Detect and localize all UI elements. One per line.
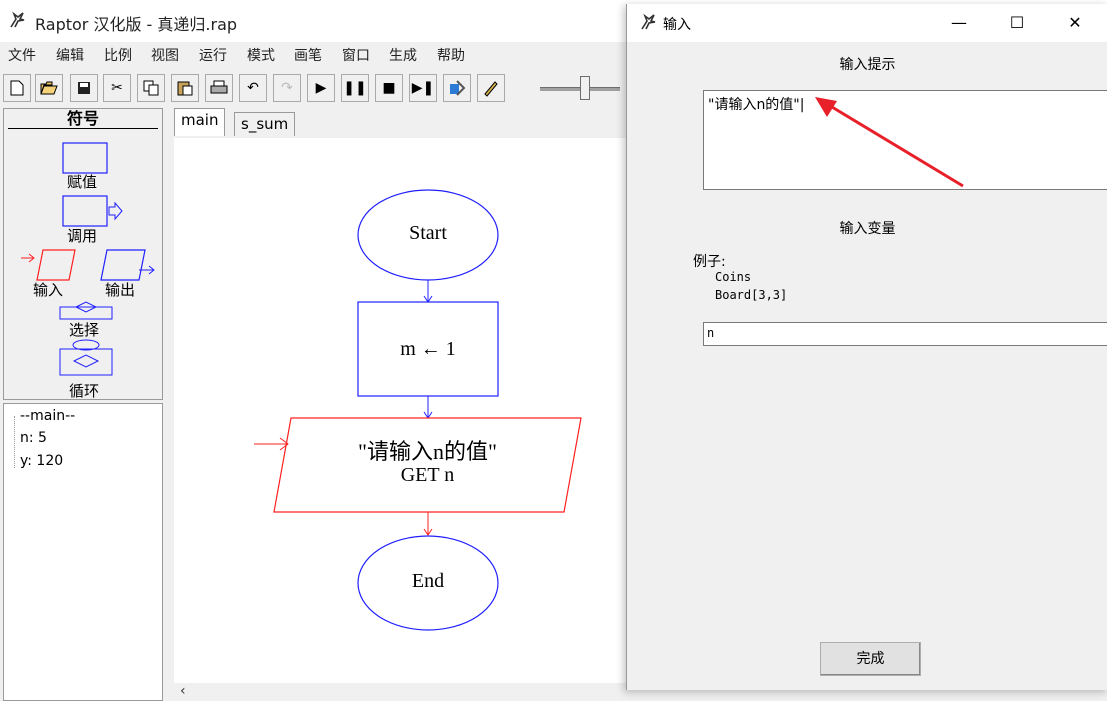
dialog-title-bar: 输入 — ☐ ✕: [627, 4, 1107, 42]
menu-edit[interactable]: 编辑: [56, 45, 84, 65]
tree-line: [14, 416, 15, 468]
input-dialog: 输入 — ☐ ✕ 输入提示 "请输入n的值"| 输入变量 例子: Coins B…: [626, 4, 1107, 690]
raptor-icon: [639, 12, 659, 36]
undo-icon[interactable]: ↶: [239, 74, 267, 102]
stop-icon[interactable]: ■: [375, 74, 403, 102]
horizontal-scrollbar[interactable]: ‹: [174, 683, 626, 701]
maximize-icon[interactable]: ☐: [988, 4, 1046, 42]
tab-s-sum[interactable]: s_sum: [234, 112, 296, 136]
symbols-header: 符号: [8, 111, 158, 129]
redo-icon[interactable]: ↷: [273, 74, 301, 102]
loop-symbol[interactable]: [57, 339, 115, 383]
tab-main[interactable]: main: [174, 108, 226, 136]
scroll-left-icon[interactable]: ‹: [180, 683, 186, 699]
raptor-icon: [8, 10, 28, 30]
input-marker-arrow: [254, 437, 289, 451]
close-icon[interactable]: ✕: [1046, 4, 1104, 42]
step-icon[interactable]: ▶❚: [409, 74, 437, 102]
pause-icon[interactable]: ❚❚: [341, 74, 369, 102]
speed-slider-thumb[interactable]: [580, 76, 590, 100]
menu-view[interactable]: 视图: [151, 45, 179, 65]
menu-window[interactable]: 窗口: [342, 45, 370, 65]
symbols-panel: 符号 赋值 调用 输入 输出 选择 循环: [3, 108, 163, 400]
watch-item-y[interactable]: y: 120: [20, 453, 63, 469]
input-get-label: GET n: [400, 464, 455, 486]
assignment-node-label: m ← 1: [400, 338, 456, 360]
example-label: 例子:: [693, 254, 726, 270]
save-icon[interactable]: [70, 74, 98, 102]
flowchart-canvas: Start m ← 1 "请输入n的值" GET n End: [174, 138, 626, 683]
menu-run[interactable]: 运行: [199, 45, 227, 65]
menu-mode[interactable]: 模式: [247, 45, 275, 65]
assignment-label: 赋值: [67, 173, 98, 191]
end-label: End: [411, 570, 445, 592]
menu-help[interactable]: 帮助: [437, 45, 465, 65]
print-icon[interactable]: [205, 74, 233, 102]
done-button[interactable]: 完成: [820, 642, 921, 676]
example-line: Coins: [715, 270, 752, 284]
call-label: 调用: [67, 227, 98, 245]
window-title: Raptor 汉化版 - 真递归.rap: [35, 15, 238, 34]
paste-icon[interactable]: [171, 74, 199, 102]
output-label: 输出: [105, 281, 136, 299]
start-label: Start: [409, 222, 447, 244]
prompt-label: 输入提示: [839, 57, 896, 73]
menu-pen[interactable]: 画笔: [294, 45, 322, 65]
menu-file[interactable]: 文件: [8, 45, 36, 65]
cut-icon[interactable]: ✂: [103, 74, 131, 102]
copy-icon[interactable]: [137, 74, 165, 102]
variable-label: 输入变量: [839, 221, 896, 237]
variable-input[interactable]: n: [703, 322, 1107, 346]
watch-item-n[interactable]: n: 5: [20, 430, 47, 446]
input-label: 输入: [33, 281, 64, 299]
menu-scale[interactable]: 比例: [104, 45, 132, 65]
play-icon[interactable]: ▶: [307, 74, 335, 102]
minimize-icon[interactable]: —: [930, 4, 988, 42]
watch-item-main[interactable]: --main--: [20, 408, 75, 424]
dialog-title: 输入: [663, 17, 691, 33]
example-line: Board[3,3]: [715, 288, 788, 302]
menu-generate[interactable]: 生成: [389, 45, 417, 65]
new-icon[interactable]: [3, 74, 31, 102]
open-icon[interactable]: [35, 74, 63, 102]
variable-input-text: n: [707, 326, 715, 340]
loop-label: 循环: [69, 382, 100, 400]
input-prompt-label: "请输入n的值": [358, 439, 497, 464]
variable-watch-panel: --main-- n: 5 y: 120: [3, 403, 163, 701]
generate-icon[interactable]: [443, 74, 471, 102]
prompt-text: "请输入n的值"|: [708, 97, 805, 113]
pen-icon[interactable]: [477, 74, 505, 102]
annotation-arrow-icon: [815, 97, 964, 188]
selection-label: 选择: [69, 321, 100, 339]
